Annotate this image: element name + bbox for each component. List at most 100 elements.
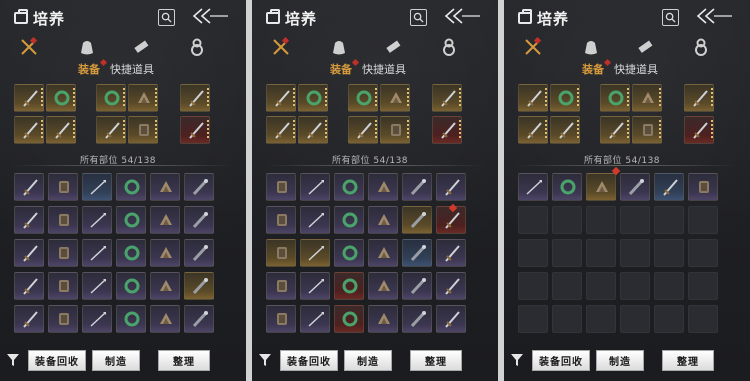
inventory-slot[interactable] [82,206,112,234]
inventory-slot[interactable] [150,305,180,333]
inventory-slot[interactable] [334,272,364,300]
inventory-slot[interactable] [14,206,44,234]
inventory-slot[interactable] [150,239,180,267]
inventory-slot[interactable] [688,206,718,234]
craft-button[interactable]: 制造 [92,350,140,371]
filter-icon[interactable] [510,352,524,368]
inventory-slot[interactable] [116,206,146,234]
equipped-slot[interactable] [550,116,580,144]
inventory-slot[interactable] [402,173,432,201]
inventory-slot[interactable] [586,173,616,201]
equipped-slot[interactable] [600,116,630,144]
category-tab[interactable] [522,36,544,58]
inventory-slot[interactable] [82,239,112,267]
back-arrow-icon[interactable] [694,5,734,27]
inventory-slot[interactable] [552,206,582,234]
inventory-slot[interactable] [586,239,616,267]
inventory-slot[interactable] [368,206,398,234]
inventory-slot[interactable] [150,272,180,300]
equipped-slot[interactable] [684,116,714,144]
inventory-slot[interactable] [14,272,44,300]
inventory-slot[interactable] [48,272,78,300]
equipped-slot[interactable] [632,116,662,144]
inventory-slot[interactable] [586,272,616,300]
inventory-slot[interactable] [150,206,180,234]
inventory-slot[interactable] [620,206,650,234]
inventory-slot[interactable] [300,206,330,234]
equipped-slot[interactable] [348,84,378,112]
inventory-slot[interactable] [518,272,548,300]
inventory-slot[interactable] [654,206,684,234]
inventory-slot[interactable] [586,305,616,333]
equipped-slot[interactable] [14,116,44,144]
inventory-slot[interactable] [688,173,718,201]
equipped-slot[interactable] [518,116,548,144]
equipped-slot[interactable] [380,116,410,144]
inventory-slot[interactable] [368,239,398,267]
inventory-slot[interactable] [436,272,466,300]
inventory-slot[interactable] [14,305,44,333]
inventory-slot[interactable] [184,239,214,267]
inventory-slot[interactable] [518,305,548,333]
inventory-slot[interactable] [116,173,146,201]
inventory-slot[interactable] [620,305,650,333]
tab-quick-items[interactable]: 快捷道具 [110,61,154,77]
search-button[interactable] [410,9,427,26]
equipped-slot[interactable] [432,116,462,144]
inventory-slot[interactable] [266,272,296,300]
inventory-slot[interactable] [150,173,180,201]
inventory-slot[interactable] [552,239,582,267]
category-tab[interactable] [690,36,712,58]
inventory-slot[interactable] [82,173,112,201]
recycle-button[interactable]: 装备回收 [532,350,590,371]
back-arrow-icon[interactable] [190,5,230,27]
inventory-slot[interactable] [48,305,78,333]
inventory-slot[interactable] [688,272,718,300]
inventory-slot[interactable] [552,173,582,201]
inventory-slot[interactable] [654,173,684,201]
equipped-slot[interactable] [96,84,126,112]
inventory-slot[interactable] [14,239,44,267]
category-tab[interactable] [382,36,404,58]
inventory-slot[interactable] [48,239,78,267]
equipped-slot[interactable] [432,84,462,112]
inventory-slot[interactable] [654,272,684,300]
category-tab[interactable] [580,36,602,58]
inventory-slot[interactable] [586,206,616,234]
inventory-slot[interactable] [184,206,214,234]
inventory-slot[interactable] [654,305,684,333]
inventory-slot[interactable] [48,173,78,201]
equipped-slot[interactable] [380,84,410,112]
category-tab[interactable] [130,36,152,58]
inventory-slot[interactable] [82,305,112,333]
inventory-slot[interactable] [266,239,296,267]
inventory-slot[interactable] [300,239,330,267]
inventory-slot[interactable] [402,239,432,267]
category-tab[interactable] [328,36,350,58]
tab-equipment[interactable]: 装备 [330,61,352,77]
inventory-slot[interactable] [266,173,296,201]
equipped-slot[interactable] [298,116,328,144]
category-tab[interactable] [76,36,98,58]
equipped-slot[interactable] [14,84,44,112]
tab-quick-items[interactable]: 快捷道具 [362,61,406,77]
filter-icon[interactable] [258,352,272,368]
inventory-slot[interactable] [620,272,650,300]
inventory-slot[interactable] [620,173,650,201]
equipped-slot[interactable] [684,84,714,112]
inventory-slot[interactable] [518,239,548,267]
inventory-slot[interactable] [14,173,44,201]
inventory-slot[interactable] [368,272,398,300]
inventory-slot[interactable] [300,173,330,201]
category-tab[interactable] [438,36,460,58]
recycle-button[interactable]: 装备回收 [280,350,338,371]
search-button[interactable] [662,9,679,26]
inventory-slot[interactable] [518,206,548,234]
inventory-slot[interactable] [116,272,146,300]
equipped-slot[interactable] [550,84,580,112]
equipped-slot[interactable] [298,84,328,112]
category-tab[interactable] [270,36,292,58]
craft-button[interactable]: 制造 [344,350,392,371]
tab-quick-items[interactable]: 快捷道具 [614,61,658,77]
inventory-slot[interactable] [334,305,364,333]
